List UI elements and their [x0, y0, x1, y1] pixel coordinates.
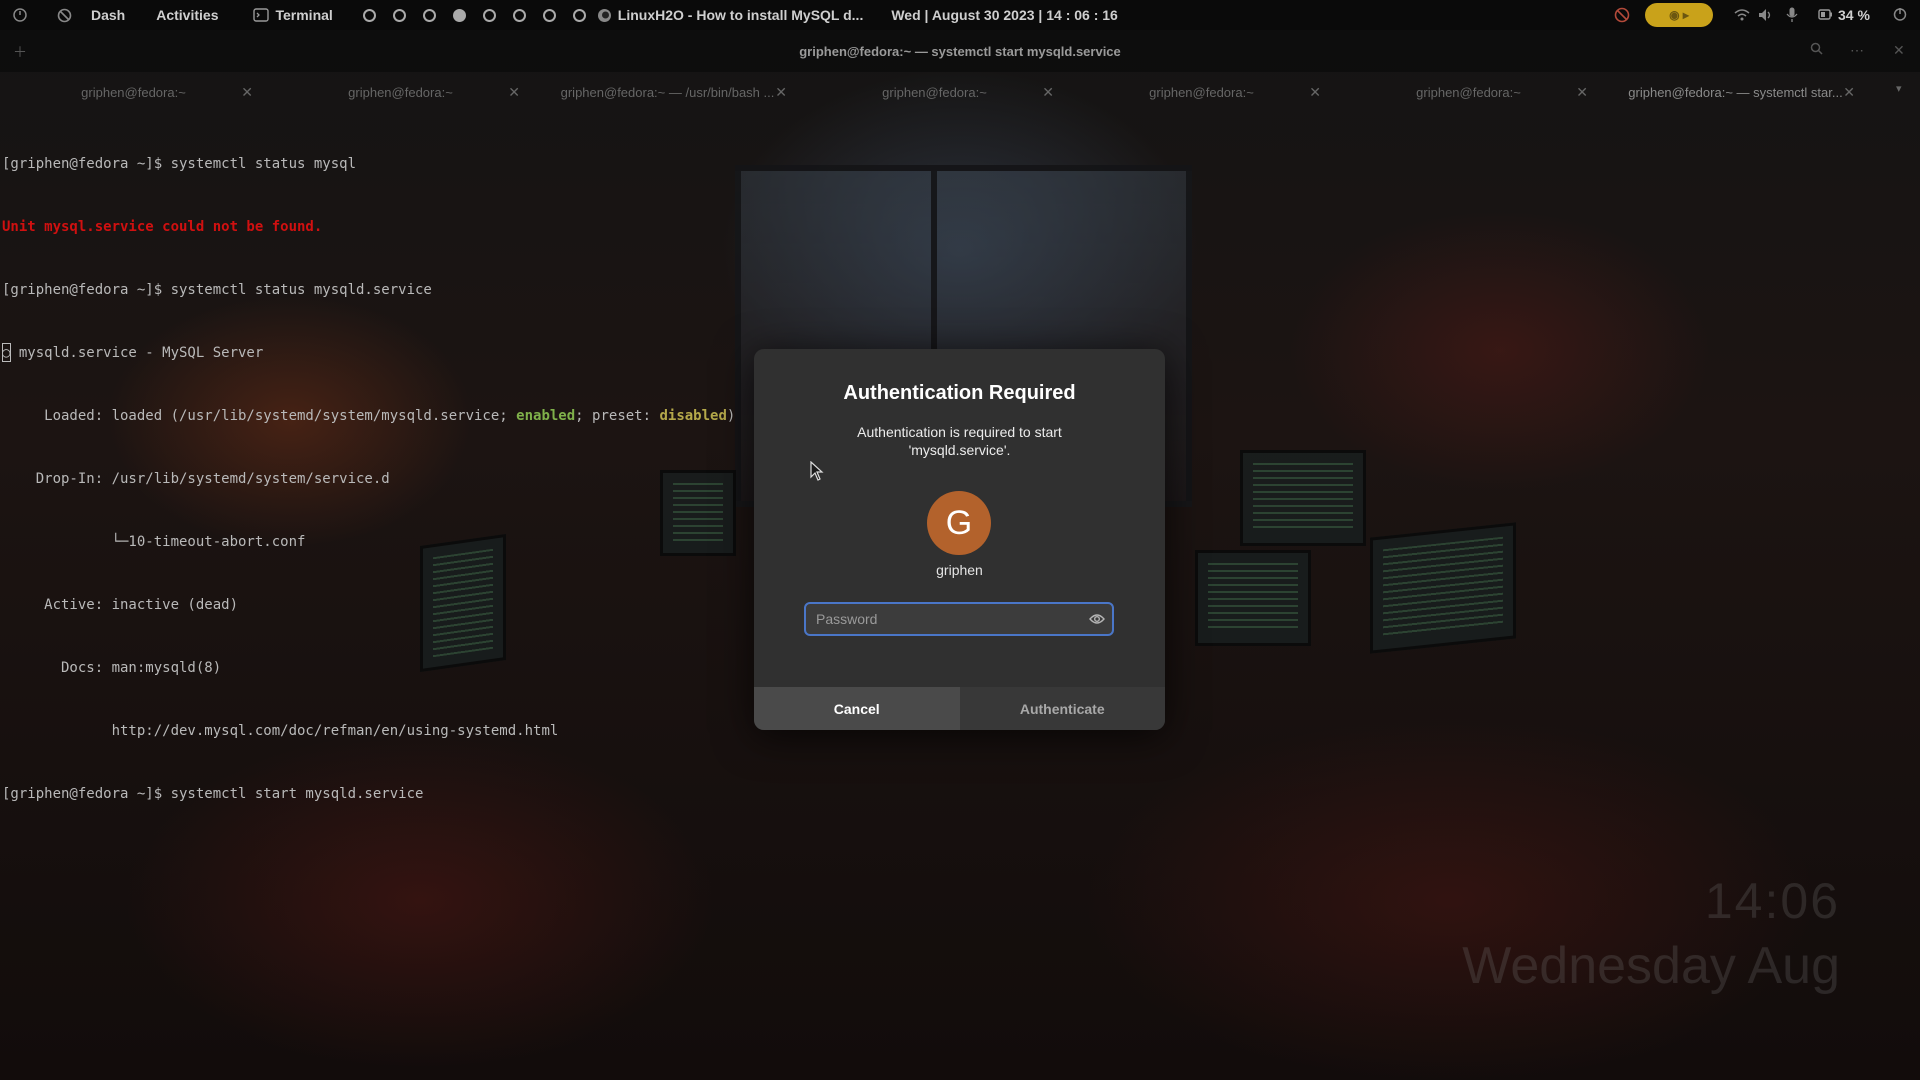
workspace-dot[interactable]	[542, 8, 556, 22]
terminal-tab-bar: griphen@fedora:~ ✕ griphen@fedora:~ ✕ gr…	[0, 78, 1920, 106]
focused-window-button[interactable]: LinuxH2O - How to install MySQL d...	[597, 7, 864, 23]
tab-label: griphen@fedora:~ — /usr/bin/bash ...	[560, 84, 775, 100]
status-enabled: enabled	[516, 408, 576, 424]
app-menu-terminal[interactable]: Terminal	[253, 7, 333, 23]
terminal-line: [griphen@fedora ~]$ systemctl status mys…	[2, 282, 432, 298]
top-bar: Dash Activities Terminal LinuxH2O - How …	[0, 0, 1920, 30]
new-tab-icon[interactable]: ＋	[13, 42, 27, 62]
terminal-output[interactable]: [griphen@fedora ~]$ systemctl status mys…	[2, 112, 735, 826]
datetime-menu[interactable]: Wed | August 30 2023 | 14 : 06 : 16	[891, 7, 1117, 23]
dialog-title: Authentication Required	[843, 382, 1076, 404]
terminal-line: [griphen@fedora ~]$ systemctl status mys…	[2, 156, 357, 172]
dash-button[interactable]: Dash	[91, 7, 125, 23]
close-icon[interactable]: ✕	[241, 84, 253, 101]
volume-icon[interactable]	[1758, 8, 1774, 25]
close-icon[interactable]: ✕	[775, 84, 787, 101]
workspace-dot[interactable]	[572, 8, 586, 22]
mic-icon[interactable]	[1786, 7, 1798, 26]
terminal-text: Loaded: loaded (/usr/lib/systemd/system/…	[2, 408, 517, 424]
terminal-icon	[253, 8, 270, 22]
wifi-icon[interactable]	[1734, 8, 1750, 25]
terminal-line-error: Unit mysql.service could not be found.	[2, 219, 323, 235]
terminal-tab[interactable]: griphen@fedora:~ ✕	[1068, 78, 1335, 106]
terminal-text: ; preset:	[575, 408, 660, 424]
clock-date: Wednesday Aug	[1462, 937, 1840, 995]
terminal-tab[interactable]: griphen@fedora:~ ✕	[801, 78, 1068, 106]
tab-label: griphen@fedora:~ — systemctl star...	[1628, 84, 1843, 100]
terminal-tab[interactable]: griphen@fedora:~ ✕	[0, 78, 267, 106]
terminal-line: Active: inactive (dead)	[2, 597, 239, 613]
menu-icon[interactable]: ⋯	[1850, 42, 1864, 59]
close-icon[interactable]: ✕	[1309, 84, 1321, 101]
activities-button[interactable]: Activities	[156, 7, 218, 23]
firefox-icon	[597, 8, 611, 22]
workspace-dot[interactable]	[512, 8, 526, 22]
terminal-text: )	[726, 408, 736, 424]
background-monitor	[1240, 450, 1366, 546]
dialog-message-line: 'mysqld.service'.	[908, 442, 1011, 458]
tab-label: griphen@fedora:~	[1416, 84, 1521, 100]
avatar: G	[927, 491, 991, 555]
battery-percent[interactable]: 34 %	[1838, 7, 1870, 23]
tab-label: griphen@fedora:~	[882, 84, 987, 100]
cancel-button[interactable]: Cancel	[754, 687, 960, 730]
power-icon[interactable]	[13, 8, 27, 22]
background-monitor	[1195, 550, 1311, 646]
recording-indicator[interactable]: ◉ ▸	[1645, 3, 1713, 27]
terminal-line: ○ mysqld.service - MySQL Server	[2, 345, 264, 361]
workspace-dot[interactable]	[482, 8, 496, 22]
terminal-tab-active[interactable]: griphen@fedora:~ — systemctl star... ✕	[1602, 78, 1869, 106]
dialog-message-line: Authentication is required to start	[857, 424, 1062, 440]
terminal-line: [griphen@fedora ~]$ systemctl start mysq…	[2, 786, 424, 802]
terminal-line: Loaded: loaded (/usr/lib/systemd/system/…	[2, 406, 735, 427]
eye-icon[interactable]	[1082, 613, 1112, 625]
search-icon[interactable]	[1810, 42, 1823, 58]
status-disabled: disabled	[659, 408, 727, 424]
blocked-icon[interactable]	[57, 8, 72, 23]
workspace-dot-active[interactable]	[452, 8, 466, 22]
close-icon[interactable]: ✕	[1893, 42, 1905, 59]
blocked-icon[interactable]	[1614, 7, 1630, 26]
workspace-dot[interactable]	[362, 8, 376, 22]
close-icon[interactable]: ✕	[508, 84, 520, 101]
close-icon[interactable]: ✕	[1042, 84, 1054, 101]
authenticate-button[interactable]: Authenticate	[959, 687, 1165, 730]
terminal-tab[interactable]: griphen@fedora:~ — /usr/bin/bash ... ✕	[534, 78, 801, 106]
authentication-dialog: Authentication Required Authentication i…	[754, 349, 1165, 730]
tab-overflow-icon[interactable]: ▾	[1896, 82, 1902, 95]
terminal-line: http://dev.mysql.com/doc/refman/en/using…	[2, 723, 559, 739]
workspace-dot[interactable]	[392, 8, 406, 22]
dialog-button-row: Cancel Authenticate	[754, 687, 1165, 730]
terminal-tab[interactable]: griphen@fedora:~ ✕	[1335, 78, 1602, 106]
terminal-headerbar: ＋ griphen@fedora:~ — systemctl start mys…	[0, 30, 1920, 72]
battery-icon[interactable]	[1818, 8, 1832, 24]
terminal-line: Docs: man:mysqld(8)	[2, 660, 222, 676]
password-input[interactable]	[806, 604, 1082, 634]
tab-label: griphen@fedora:~	[348, 84, 453, 100]
avatar-initial: G	[945, 503, 973, 542]
close-icon[interactable]: ✕	[1843, 84, 1855, 101]
password-field[interactable]	[804, 602, 1114, 636]
terminal-line: └─10-timeout-abort.conf	[2, 534, 306, 550]
recording-icon: ◉ ▸	[1669, 8, 1689, 22]
focused-window-title: LinuxH2O - How to install MySQL d...	[617, 7, 864, 23]
tab-label: griphen@fedora:~	[1149, 84, 1254, 100]
clock-time: 14:06	[1704, 873, 1840, 929]
power-menu-icon[interactable]	[1893, 7, 1907, 24]
terminal-cursor	[2, 343, 11, 362]
terminal-line: Drop-In: /usr/lib/systemd/system/service…	[2, 471, 390, 487]
terminal-tab[interactable]: griphen@fedora:~ ✕	[267, 78, 534, 106]
app-menu-label: Terminal	[275, 7, 333, 23]
workspace-indicator[interactable]	[362, 8, 597, 22]
workspace-dot[interactable]	[422, 8, 436, 22]
username-label: griphen	[936, 562, 983, 578]
close-icon[interactable]: ✕	[1576, 84, 1588, 101]
desktop-clock-widget: 14:06 Wednesday Aug	[1462, 872, 1840, 996]
tab-label: griphen@fedora:~	[81, 84, 186, 100]
dialog-message: Authentication is required to start 'mys…	[804, 423, 1115, 459]
background-monitor	[1370, 522, 1516, 654]
terminal-window-title: griphen@fedora:~ — systemctl start mysql…	[799, 43, 1121, 59]
